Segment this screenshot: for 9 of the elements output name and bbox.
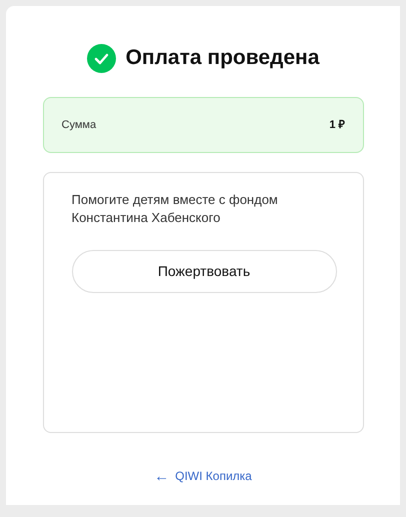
page-title: Оплата проведена — [126, 45, 320, 72]
back-link-label: QIWI Копилка — [175, 468, 252, 485]
back-arrow-icon: ← — [154, 468, 170, 484]
back-link[interactable]: ← QIWI Копилка — [154, 467, 252, 485]
check-circle-icon — [86, 44, 116, 72]
summary-label: Сумма — [62, 118, 96, 133]
donation-text: Помогите детям вместе с фондом Константина Хабенского — [72, 191, 279, 227]
donate-button[interactable]: Пожертвовать — [72, 250, 336, 293]
summary-value: 1 ₽ — [329, 118, 344, 133]
